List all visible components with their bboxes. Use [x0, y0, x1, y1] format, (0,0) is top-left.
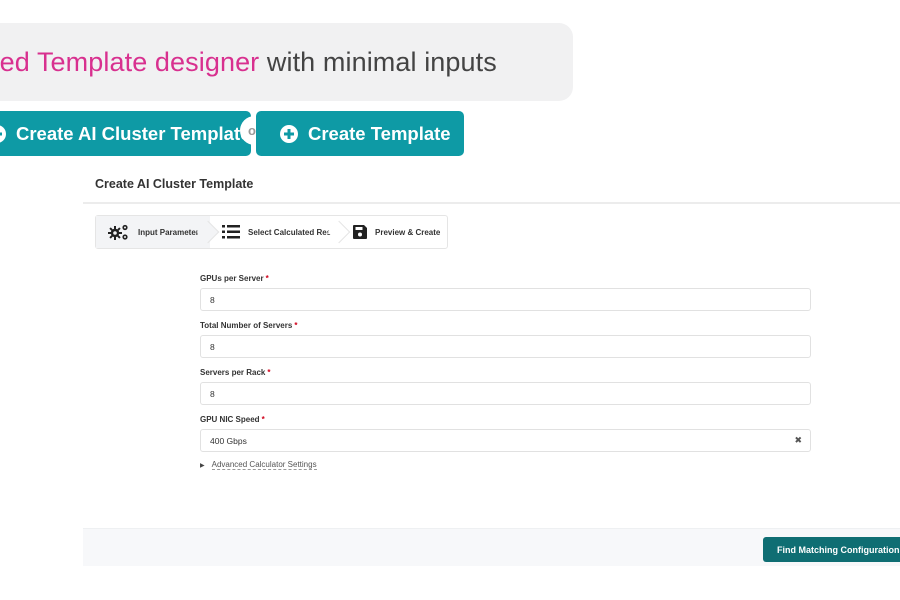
headline-text: mplified Template designer with minimal … [0, 47, 497, 78]
caret-right-icon: ▶ [200, 462, 205, 469]
advanced-settings-label: Advanced Calculator Settings [211, 460, 317, 470]
field-label-text: GPU NIC Speed [200, 415, 260, 424]
step-label: Preview & Create [375, 227, 441, 237]
gpu-nic-speed-label: GPU NIC Speed * [200, 413, 811, 427]
field-value: 400 Gbps [210, 435, 247, 446]
step-preview-create[interactable]: Preview & Create [341, 216, 447, 248]
headline-highlight: mplified Template designer [0, 47, 260, 77]
panel-title: Create AI Cluster Template [95, 177, 254, 191]
gears-icon [108, 223, 130, 241]
advanced-calculator-settings-toggle[interactable]: ▶ Advanced Calculator Settings [200, 460, 811, 470]
field-value: 8 [210, 341, 215, 352]
field-label-text: Servers per Rack [200, 368, 266, 377]
create-template-label: Create Template [308, 122, 451, 144]
required-marker: * [267, 368, 271, 377]
field-value: 8 [210, 388, 215, 399]
clear-icon[interactable]: ✖ [794, 435, 802, 446]
panel-divider [83, 202, 900, 204]
servers-per-rack-label: Servers per Rack * [200, 366, 811, 380]
step-label: Input Parameters [138, 227, 204, 237]
find-matching-configurations-button[interactable]: Find Matching Configurations [763, 537, 900, 562]
required-marker: * [261, 415, 265, 424]
plus-circle-icon [0, 124, 6, 143]
step-input-parameters[interactable]: Input Parameters [96, 216, 220, 248]
total-number-of-servers-input[interactable]: 8 [200, 335, 811, 358]
gpus-per-server-label: GPUs per Server * [200, 272, 811, 286]
wizard-stepper: Input Parameters Select Calculated Resul… [95, 215, 448, 249]
servers-per-rack-input[interactable]: 8 [200, 382, 811, 405]
create-ai-cluster-template-button[interactable]: Create AI Cluster Template [0, 111, 251, 156]
total-number-of-servers-label: Total Number of Servers * [200, 319, 811, 333]
field-label-text: Total Number of Servers [200, 321, 293, 330]
required-marker: * [294, 321, 298, 330]
create-ai-cluster-template-label: Create AI Cluster Template [16, 122, 251, 144]
create-template-button[interactable]: Create Template [256, 111, 464, 156]
step-select-calculated-result[interactable]: Select Calculated Result [210, 216, 351, 248]
headline-banner: mplified Template designer with minimal … [0, 23, 573, 101]
headline-rest: with minimal inputs [259, 47, 497, 77]
input-parameters-form: GPUs per Server * 8 Total Number of Serve… [200, 272, 811, 470]
gpu-nic-speed-select[interactable]: 400 Gbps ✖ [200, 429, 811, 452]
field-label-text: GPUs per Server [200, 274, 264, 283]
gpus-per-server-input[interactable]: 8 [200, 288, 811, 311]
list-icon [222, 225, 240, 239]
plus-circle-icon [280, 124, 298, 143]
field-value: 8 [210, 294, 215, 305]
required-marker: * [265, 274, 269, 283]
floppy-disk-icon [353, 225, 367, 239]
